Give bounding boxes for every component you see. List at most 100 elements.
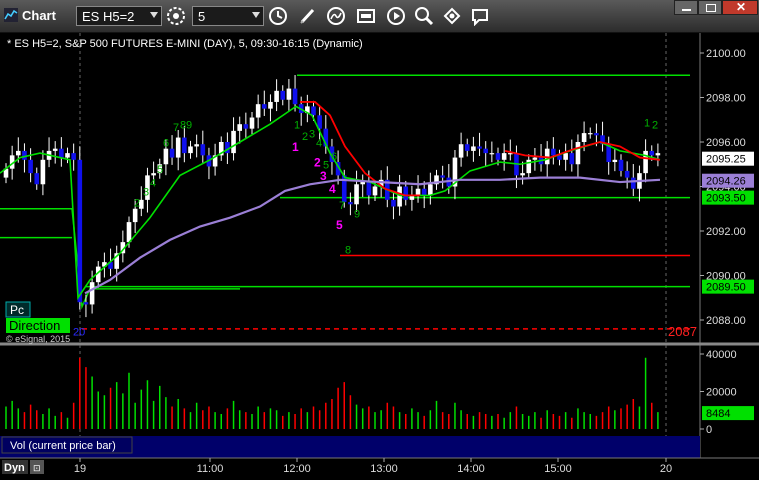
candle-down[interactable] — [28, 159, 33, 174]
candle-up[interactable] — [163, 148, 169, 165]
candle-down[interactable] — [280, 90, 286, 100]
candle-down[interactable] — [182, 137, 187, 154]
candle-up[interactable] — [458, 144, 464, 158]
candle-up[interactable] — [65, 153, 70, 158]
candle-up[interactable] — [415, 188, 421, 196]
candle-down[interactable] — [200, 144, 206, 156]
time-tick-label: 15:00 — [544, 463, 572, 475]
chevron-down-icon[interactable] — [252, 12, 260, 18]
chevron-down-icon[interactable] — [150, 12, 158, 18]
price-tick-label: 2092.00 — [706, 226, 746, 238]
zoom-fit-glyph: ⊡ — [33, 463, 41, 473]
price-badge-label: 2089.50 — [706, 282, 746, 294]
pc-label: Pc — [10, 303, 24, 317]
count-label-magenta: 5 — [336, 218, 343, 232]
candle-up[interactable] — [581, 133, 587, 142]
play-icon[interactable] — [386, 6, 406, 26]
clock-icon[interactable] — [268, 6, 288, 26]
candle-up[interactable] — [643, 150, 648, 174]
candle-down[interactable] — [403, 186, 409, 200]
candle-up[interactable] — [354, 184, 359, 205]
candle-down[interactable] — [34, 173, 40, 185]
candle-down[interactable] — [421, 188, 427, 196]
candle-down[interactable] — [366, 182, 372, 196]
candle-down[interactable] — [495, 153, 501, 160]
interval-combo[interactable]: 5 — [192, 6, 264, 26]
candle-up[interactable] — [428, 184, 433, 196]
candle-down[interactable] — [348, 202, 353, 205]
candle-up[interactable] — [397, 186, 402, 207]
candle-up[interactable] — [132, 208, 138, 223]
count-label-green: 8 — [345, 244, 351, 256]
candle-up[interactable] — [520, 173, 525, 176]
candle-up[interactable] — [89, 282, 95, 305]
candle-down[interactable] — [631, 177, 636, 189]
candle-down[interactable] — [624, 170, 630, 178]
candle-up[interactable] — [471, 146, 476, 151]
candle-up[interactable] — [175, 137, 181, 158]
quote-box-icon[interactable] — [356, 6, 376, 26]
candle-down[interactable] — [440, 175, 445, 178]
cursor-tool-icon[interactable] — [442, 6, 462, 26]
candle-down[interactable] — [477, 146, 482, 149]
candle-up[interactable] — [501, 153, 507, 160]
candle-up[interactable] — [268, 101, 273, 109]
candle-down[interactable] — [551, 148, 556, 156]
price-badge-label: 2093.50 — [706, 193, 746, 205]
candle-up[interactable] — [489, 153, 495, 155]
zoom-icon[interactable] — [414, 6, 434, 26]
candle-up[interactable] — [52, 148, 58, 151]
candle-up[interactable] — [274, 90, 279, 102]
candle-up[interactable] — [255, 104, 261, 118]
symbol-combo[interactable]: ES H5=2 — [76, 6, 162, 26]
candle-up[interactable] — [40, 159, 46, 185]
candle-down[interactable] — [311, 106, 316, 116]
candle-down[interactable] — [464, 144, 470, 151]
comment-icon[interactable] — [470, 6, 490, 26]
candle-up[interactable] — [372, 186, 378, 196]
candle-down[interactable] — [71, 153, 76, 160]
candle-up[interactable] — [575, 142, 581, 165]
candle-down[interactable] — [83, 302, 89, 305]
candle-up[interactable] — [188, 146, 193, 154]
candle-up[interactable] — [655, 153, 661, 156]
candle-up[interactable] — [563, 153, 568, 160]
candle-up[interactable] — [249, 117, 255, 129]
candle-down[interactable] — [77, 159, 83, 303]
candle-up[interactable] — [194, 144, 199, 147]
candle-down[interactable] — [59, 148, 64, 158]
candle-up[interactable] — [532, 157, 538, 160]
candle-down[interactable] — [391, 199, 396, 207]
maximize-button[interactable] — [698, 0, 722, 15]
minimize-button[interactable] — [674, 0, 698, 15]
candle-down[interactable] — [225, 142, 230, 154]
count-label-green: 2 — [652, 120, 658, 132]
candle-up[interactable] — [16, 150, 21, 156]
candle-down[interactable] — [22, 150, 27, 160]
candle-down[interactable] — [262, 104, 267, 109]
close-button[interactable]: ✕ — [722, 0, 758, 15]
candle-up[interactable] — [612, 159, 618, 163]
candle-up[interactable] — [587, 133, 593, 135]
candle-up[interactable] — [237, 124, 242, 131]
candle-down[interactable] — [243, 124, 249, 129]
candle-down[interactable] — [618, 159, 624, 171]
candle-down[interactable] — [569, 153, 575, 165]
candle-up[interactable] — [126, 222, 132, 243]
study-icon[interactable] — [326, 6, 346, 26]
count-label-green: 7 — [339, 200, 345, 212]
candle-up[interactable] — [360, 182, 365, 185]
symbol-settings-icon[interactable] — [166, 6, 186, 26]
candle-down[interactable] — [649, 150, 655, 156]
chart-area[interactable]: 2100.002098.002096.002094.002092.002090.… — [0, 33, 759, 480]
time-tick-label: 20 — [660, 463, 672, 475]
candle-down[interactable] — [594, 133, 599, 136]
candle-up[interactable] — [231, 130, 236, 154]
candle-down[interactable] — [483, 148, 488, 154]
price-pane[interactable] — [0, 33, 700, 344]
pencil-draw-icon[interactable] — [298, 6, 318, 26]
candle-down[interactable] — [169, 148, 175, 158]
candle-down[interactable] — [292, 88, 298, 105]
candle-up[interactable] — [286, 88, 292, 100]
candle-up[interactable] — [151, 173, 156, 176]
